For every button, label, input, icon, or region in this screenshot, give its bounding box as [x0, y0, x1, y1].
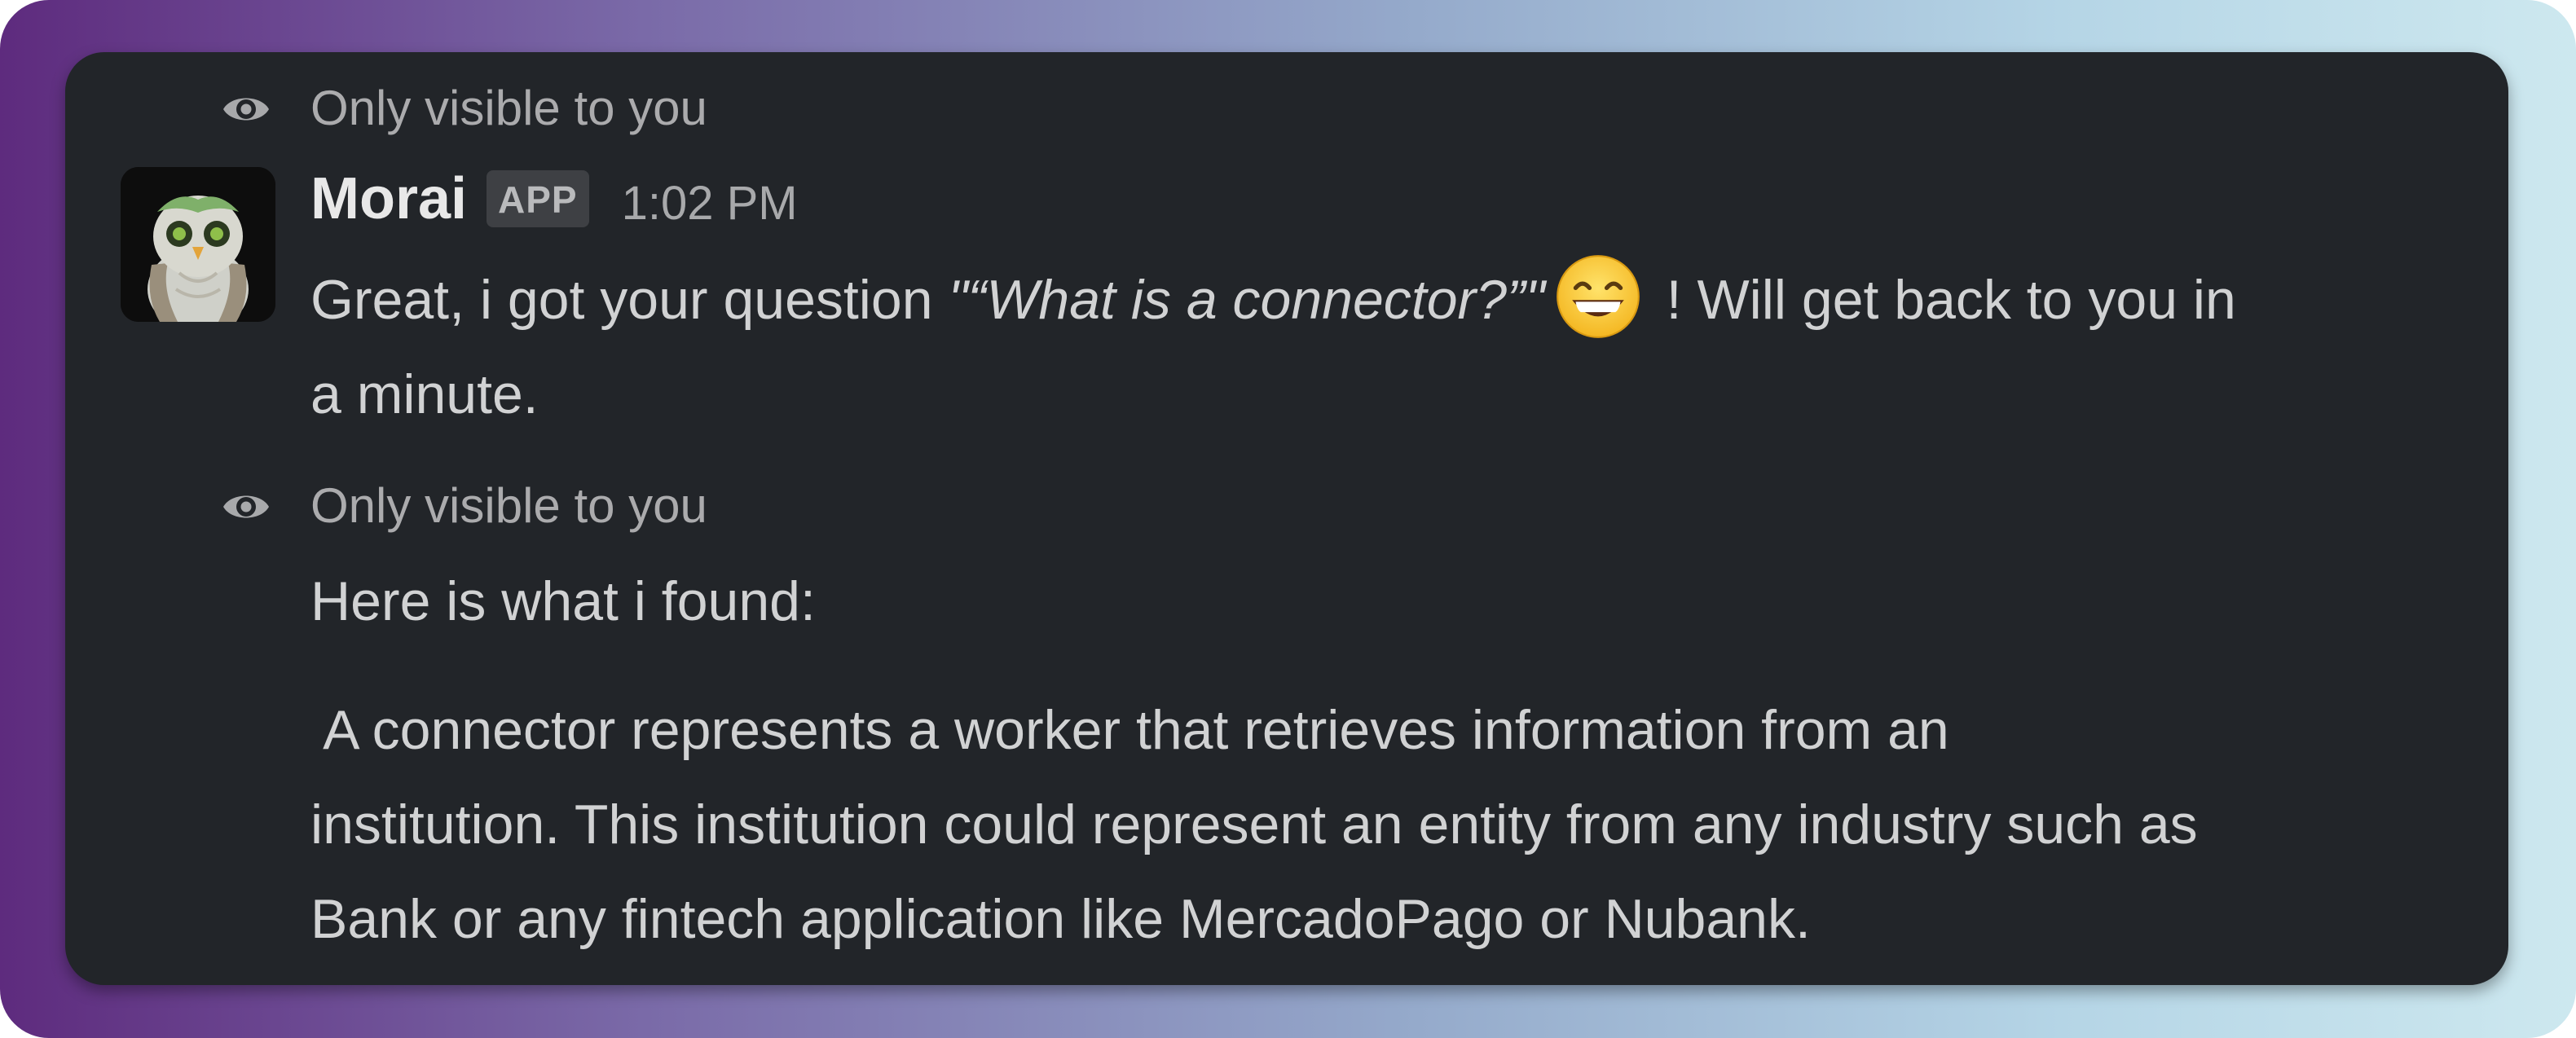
owl-avatar-image	[121, 167, 275, 322]
answer-intro: Here is what i found:	[310, 570, 816, 632]
message-text: Great, i got your question	[310, 269, 949, 331]
app-badge: APP	[487, 170, 589, 227]
eye-icon	[223, 495, 269, 518]
message-body: Great, i got your question "“What is a c…	[310, 253, 2495, 442]
visibility-label: Only visible to you	[310, 81, 707, 135]
message-header: Morai APP 1:02 PM	[310, 163, 798, 235]
grinning-face-emoji-icon	[1556, 255, 1640, 338]
answer-line: A connector represents a worker that ret…	[310, 699, 1949, 761]
message-pane: Only visible to you Morai APP 1:02 PM Gr…	[65, 52, 2508, 985]
background-frame: Only visible to you Morai APP 1:02 PM Gr…	[0, 0, 2576, 1038]
message-timestamp[interactable]: 1:02 PM	[622, 168, 798, 240]
answer-line: Bank or any fintech application like Mer…	[310, 888, 1811, 950]
eye-icon	[223, 98, 269, 121]
visibility-label: Only visible to you	[310, 478, 707, 533]
message-line: a minute.	[310, 363, 539, 425]
avatar[interactable]	[121, 167, 275, 322]
message-line: Great, i got your question "“What is a c…	[310, 253, 2495, 347]
answer-line: institution. This institution could repr…	[310, 794, 2198, 855]
sender-name[interactable]: Morai	[310, 163, 467, 235]
answer-body: A connector represents a worker that ret…	[310, 683, 2495, 966]
quoted-question: "“What is a connector?”"	[948, 269, 1545, 331]
message-text: ! Will get back to you in	[1650, 269, 2236, 331]
